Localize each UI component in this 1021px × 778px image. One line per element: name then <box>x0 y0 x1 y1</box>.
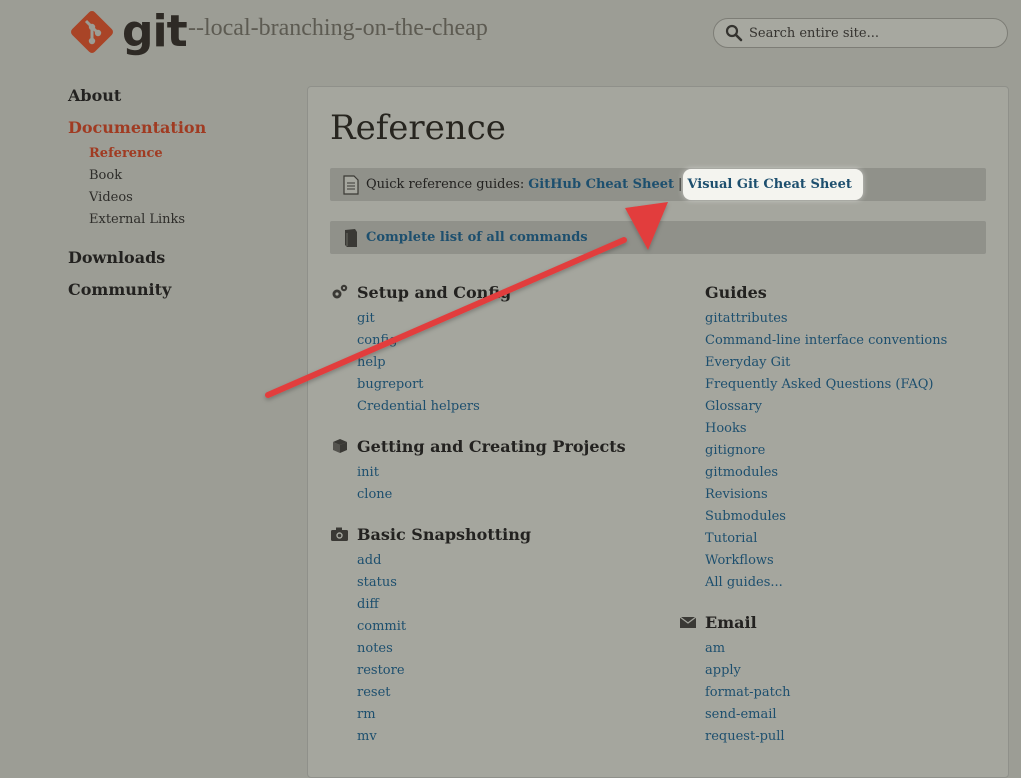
guide-link-workflows[interactable]: Workflows <box>705 550 947 572</box>
section-title: Guides <box>705 282 767 302</box>
command-link-status[interactable]: status <box>357 572 531 594</box>
nav-external-links[interactable]: External Links <box>89 212 206 227</box>
command-link-commit[interactable]: commit <box>357 616 531 638</box>
command-link-add[interactable]: add <box>357 550 531 572</box>
commands-list-bar: Complete list of all commands <box>330 221 986 254</box>
box-icon <box>333 439 347 453</box>
command-link-credential-helpers[interactable]: Credential helpers <box>357 396 511 418</box>
nav-downloads[interactable]: Downloads <box>68 248 206 267</box>
section-guides: Guides gitattributes Command-line interf… <box>678 280 947 594</box>
command-link-help[interactable]: help <box>357 352 511 374</box>
nav-about[interactable]: About <box>68 86 206 105</box>
command-link-notes[interactable]: notes <box>357 638 531 660</box>
search-input[interactable] <box>749 25 989 41</box>
section-title: Getting and Creating Projects <box>357 436 626 456</box>
site-tagline: --local-branching-on-the-cheap <box>188 15 488 41</box>
page-title: Reference <box>330 108 506 148</box>
command-link-apply[interactable]: apply <box>705 660 791 682</box>
command-link-format-patch[interactable]: format-patch <box>705 682 791 704</box>
command-link-rm[interactable]: rm <box>357 704 531 726</box>
github-cheat-sheet-link[interactable]: GitHub Cheat Sheet <box>528 177 674 192</box>
command-link-mv[interactable]: mv <box>357 726 531 748</box>
guide-link-hooks[interactable]: Hooks <box>705 418 947 440</box>
command-link-git[interactable]: git <box>357 308 511 330</box>
nav-reference[interactable]: Reference <box>89 146 206 161</box>
command-link-config[interactable]: config <box>357 330 511 352</box>
site-logo[interactable]: git <box>68 6 188 57</box>
logo-text: git <box>122 6 188 57</box>
gears-icon <box>332 284 348 299</box>
sidebar-nav: About Documentation Reference Book Video… <box>68 86 206 308</box>
section-basic-snapshotting: Basic Snapshotting add status diff commi… <box>330 522 531 748</box>
guide-link-tutorial[interactable]: Tutorial <box>705 528 947 550</box>
camera-icon <box>331 527 348 541</box>
command-link-restore[interactable]: restore <box>357 660 531 682</box>
section-email: Email am apply format-patch send-email r… <box>678 610 791 748</box>
section-getting-creating: Getting and Creating Projects init clone <box>330 434 626 506</box>
guide-link-submodules[interactable]: Submodules <box>705 506 947 528</box>
section-title: Setup and Config <box>357 282 512 302</box>
nav-community[interactable]: Community <box>68 280 206 299</box>
git-logo-icon <box>71 11 113 53</box>
nav-videos[interactable]: Videos <box>89 190 206 205</box>
nav-documentation[interactable]: Documentation <box>68 118 206 137</box>
guide-link-gitignore[interactable]: gitignore <box>705 440 947 462</box>
guide-link-glossary[interactable]: Glossary <box>705 396 947 418</box>
command-link-send-email[interactable]: send-email <box>705 704 791 726</box>
book-icon <box>345 228 357 247</box>
command-link-request-pull[interactable]: request-pull <box>705 726 791 748</box>
guide-link-gitattributes[interactable]: gitattributes <box>705 308 947 330</box>
envelope-icon <box>679 616 697 628</box>
command-link-clone[interactable]: clone <box>357 484 626 506</box>
command-link-diff[interactable]: diff <box>357 594 531 616</box>
section-title: Email <box>705 612 757 632</box>
guide-link-everyday-git[interactable]: Everyday Git <box>705 352 947 374</box>
guide-link-gitmodules[interactable]: gitmodules <box>705 462 947 484</box>
guide-link-cli-conventions[interactable]: Command-line interface conventions <box>705 330 947 352</box>
guide-link-all-guides[interactable]: All guides... <box>705 572 947 594</box>
section-setup-config: Setup and Config git config help bugrepo… <box>330 280 511 418</box>
command-link-bugreport[interactable]: bugreport <box>357 374 511 396</box>
guide-link-faq[interactable]: Frequently Asked Questions (FAQ) <box>705 374 947 396</box>
section-title: Basic Snapshotting <box>357 524 532 544</box>
command-link-am[interactable]: am <box>705 638 791 660</box>
nav-book[interactable]: Book <box>89 168 206 183</box>
search-icon <box>725 24 743 42</box>
command-link-init[interactable]: init <box>357 462 626 484</box>
search-box[interactable] <box>713 18 1008 48</box>
quick-reference-label: Quick reference guides: <box>366 177 525 192</box>
command-link-reset[interactable]: reset <box>357 682 531 704</box>
quick-reference-bar: Quick reference guides: GitHub Cheat She… <box>330 168 986 201</box>
visual-git-cheat-sheet-link[interactable]: Visual Git Cheat Sheet <box>683 169 863 200</box>
complete-commands-link[interactable]: Complete list of all commands <box>366 230 588 245</box>
link-separator: | <box>678 177 683 192</box>
guide-link-revisions[interactable]: Revisions <box>705 484 947 506</box>
document-icon <box>343 174 359 195</box>
